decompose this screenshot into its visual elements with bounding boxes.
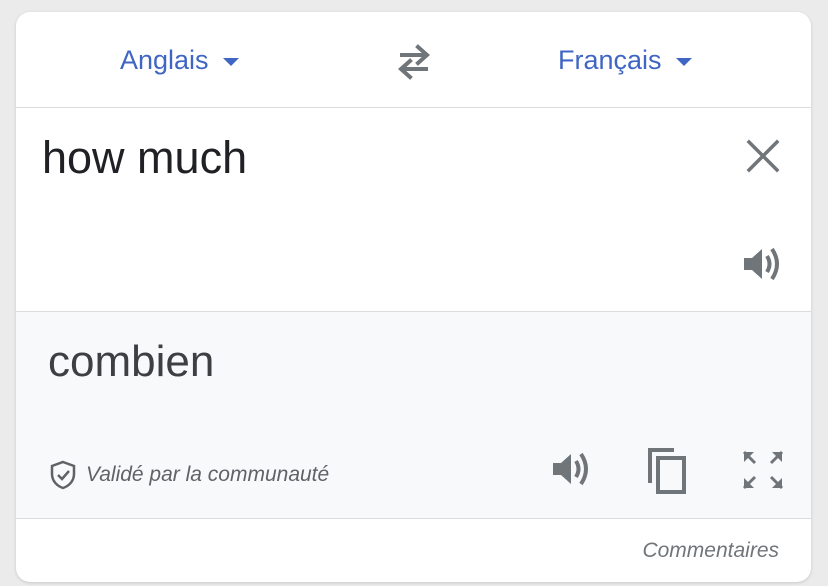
fullscreen-icon [742, 450, 784, 490]
translate-card: Anglais Français how much combien Validé… [16, 12, 811, 582]
shield-check-icon [50, 460, 76, 490]
close-icon [746, 139, 780, 173]
source-language-label: Anglais [120, 44, 209, 75]
verified-label: Validé par la communauté [86, 463, 330, 486]
speaker-icon [744, 247, 779, 281]
swap-languages-button[interactable] [392, 42, 436, 80]
card-footer: Commentaires [16, 519, 811, 582]
source-language-select[interactable]: Anglais [120, 42, 239, 78]
source-text-area[interactable]: how much [16, 108, 811, 312]
caret-down-icon [675, 58, 692, 66]
translation-area: combien Validé par la communauté [16, 312, 811, 519]
listen-source-button[interactable] [741, 244, 787, 284]
target-language-select[interactable]: Français [558, 42, 692, 78]
clear-input-button[interactable] [743, 136, 783, 176]
feedback-link[interactable]: Commentaires [642, 539, 779, 563]
fullscreen-button[interactable] [740, 448, 786, 492]
community-verified-badge: Validé par la communauté [50, 458, 329, 492]
language-bar: Anglais Français [16, 12, 811, 108]
translation-text: combien [48, 337, 215, 386]
caret-down-icon [222, 58, 239, 66]
source-text[interactable]: how much [42, 132, 247, 184]
copy-icon [648, 448, 686, 494]
target-language-label: Français [558, 44, 662, 75]
speaker-icon [553, 452, 588, 486]
copy-translation-button[interactable] [644, 446, 690, 496]
swap-arrows-icon [397, 44, 431, 80]
listen-translation-button[interactable] [550, 448, 596, 490]
